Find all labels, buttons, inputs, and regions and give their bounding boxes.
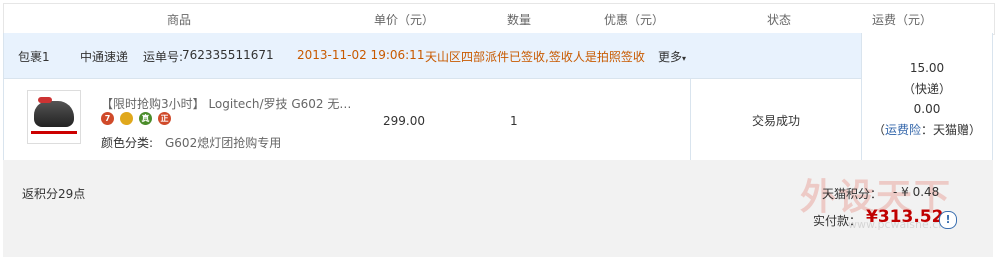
insurance-prefix: （	[872, 123, 885, 137]
table-header: 商品 单价（元） 数量 优惠（元） 状态 运费（元）	[3, 3, 995, 35]
tracking-label: 运单号:	[143, 50, 184, 64]
points-return: 返积分29点	[22, 187, 86, 201]
guarantee-icon[interactable]	[120, 112, 133, 125]
tracking-event: 天山区四部派件已签收,签收人是拍照签收	[425, 50, 645, 64]
insurance-link[interactable]: 运费险	[885, 123, 921, 137]
status-divider	[690, 78, 691, 160]
chevron-down-icon: ▾	[682, 54, 687, 63]
header-discount: 优惠（元）	[603, 13, 664, 27]
more-label: 更多	[658, 50, 683, 64]
quantity: 1	[510, 114, 518, 128]
trade-status: 交易成功	[752, 114, 801, 128]
header-product: 商品	[166, 13, 191, 27]
shipping-method: （快递）	[902, 82, 951, 96]
header-unit-price: 单价（元）	[373, 13, 434, 27]
color-value: G602熄灯团抢购专用	[165, 136, 282, 150]
authentic-icon[interactable]: 真	[139, 112, 152, 125]
tmall-points-label: 天猫积分：	[822, 187, 883, 201]
insurance-fee: 0.00	[913, 102, 941, 116]
tmall-points-value: - ¥ 0.48	[893, 185, 940, 199]
thumbnail-caption-bar	[31, 131, 77, 134]
header-status: 状态	[766, 13, 791, 27]
color-label: 颜色分类:	[101, 136, 154, 150]
header-shipping: 运费（元）	[871, 13, 932, 27]
unit-price: 299.00	[383, 114, 425, 128]
tracking-number: 762335511671	[182, 48, 274, 62]
insurance-line: （运费险：天猫赠）	[862, 121, 992, 138]
shipping-cell: 15.00 （快递） 0.00 （运费险：天猫赠）	[861, 33, 993, 161]
info-icon[interactable]: !	[939, 211, 957, 229]
product-thumbnail[interactable]	[27, 90, 81, 144]
insurance-suffix: ：天猫赠）	[921, 123, 982, 137]
package-bar: 包裹1 中通速递 运单号: 762335511671 2013-11-02 19…	[4, 33, 862, 79]
genuine-icon[interactable]: 正	[158, 112, 171, 125]
more-link[interactable]: 更多▾	[658, 48, 686, 65]
carrier-name: 中通速递	[80, 50, 129, 64]
tracking-timestamp: 2013-11-02 19:06:11	[297, 48, 425, 62]
product-title[interactable]: 【限时抢购3小时】 Logitech/罗技 G602 无…	[101, 95, 351, 112]
mouse-logo-icon	[38, 97, 52, 103]
header-quantity: 数量	[506, 13, 531, 27]
paid-amount: ¥313.52	[866, 207, 944, 227]
paid-label: 实付款：	[813, 214, 862, 228]
shipping-fee: 15.00	[909, 61, 945, 75]
seven-day-return-icon[interactable]: 7	[101, 112, 114, 125]
mouse-image-icon	[34, 101, 74, 127]
package-name: 包裹1	[18, 50, 50, 64]
